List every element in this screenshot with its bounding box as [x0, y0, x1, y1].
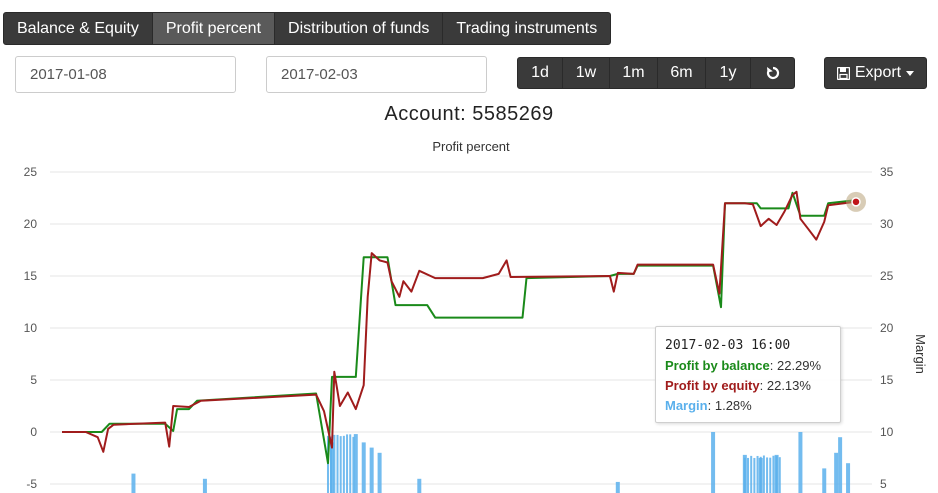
tooltip-row-balance: Profit by balance: 22.29%	[665, 356, 831, 376]
margin-bar	[757, 456, 759, 493]
margin-bar	[763, 455, 765, 493]
margin-bar	[378, 453, 382, 493]
right-axis-label: Margin	[913, 334, 928, 374]
right-axis-tick: 10	[880, 425, 894, 439]
margin-bar	[760, 457, 762, 493]
margin-bar	[616, 482, 620, 493]
chart-title: Profit percent	[432, 139, 510, 154]
margin-bar	[822, 468, 826, 493]
margin-bar	[750, 456, 752, 493]
margin-bar	[753, 458, 755, 493]
chart-tooltip: 2017-02-03 16:00 Profit by balance: 22.2…	[655, 326, 841, 423]
margin-bar	[766, 457, 768, 493]
margin-bar	[769, 458, 771, 493]
right-axis-tick: 5	[880, 477, 887, 491]
left-axis-tick: -5	[26, 477, 37, 491]
left-axis-tick: 20	[24, 217, 38, 231]
margin-bar	[337, 435, 339, 493]
margin-bar	[370, 448, 374, 493]
margin-bar	[340, 436, 342, 493]
margin-bar	[131, 474, 135, 493]
margin-bar	[203, 479, 207, 493]
margin-bar	[747, 458, 749, 493]
left-axis-tick: 5	[30, 373, 37, 387]
margin-bar	[362, 442, 366, 493]
margin-bar	[343, 436, 345, 493]
tooltip-label: Margin	[665, 398, 708, 413]
tooltip-title: 2017-02-03 16:00	[665, 336, 831, 356]
left-axis-tick: 25	[24, 165, 38, 179]
tooltip-value: 22.13%	[767, 378, 811, 393]
margin-bar	[834, 453, 838, 493]
left-axis-tick: 0	[30, 425, 37, 439]
margin-bar	[846, 463, 850, 493]
right-axis-tick: 25	[880, 269, 894, 283]
hover-point	[852, 198, 860, 206]
tooltip-label: Profit by equity	[665, 378, 760, 393]
tooltip-row-equity: Profit by equity: 22.13%	[665, 376, 831, 396]
margin-bar	[417, 479, 421, 493]
tooltip-row-margin: Margin: 1.28%	[665, 396, 831, 416]
left-axis-tick: 15	[24, 269, 38, 283]
margin-bar	[711, 432, 715, 493]
margin-bar	[798, 432, 802, 493]
hover-marker	[846, 192, 866, 212]
margin-bar	[349, 434, 351, 493]
margin-bar	[772, 456, 774, 493]
left-axis-tick: 10	[24, 321, 38, 335]
margin-bar	[838, 437, 842, 493]
margin-bar	[333, 435, 335, 493]
tooltip-value: 1.28%	[715, 398, 752, 413]
right-axis-tick: 15	[880, 373, 894, 387]
margin-bar	[352, 437, 354, 493]
margin-bar	[744, 458, 746, 493]
margin-bar	[346, 434, 348, 493]
tooltip-label: Profit by balance	[665, 358, 770, 373]
margin-bar	[776, 456, 778, 493]
margin-bar	[779, 457, 781, 493]
right-axis-tick: 20	[880, 321, 894, 335]
right-axis-tick: 35	[880, 165, 894, 179]
tooltip-value: 22.29%	[777, 358, 821, 373]
right-axis-tick: 30	[880, 217, 894, 231]
